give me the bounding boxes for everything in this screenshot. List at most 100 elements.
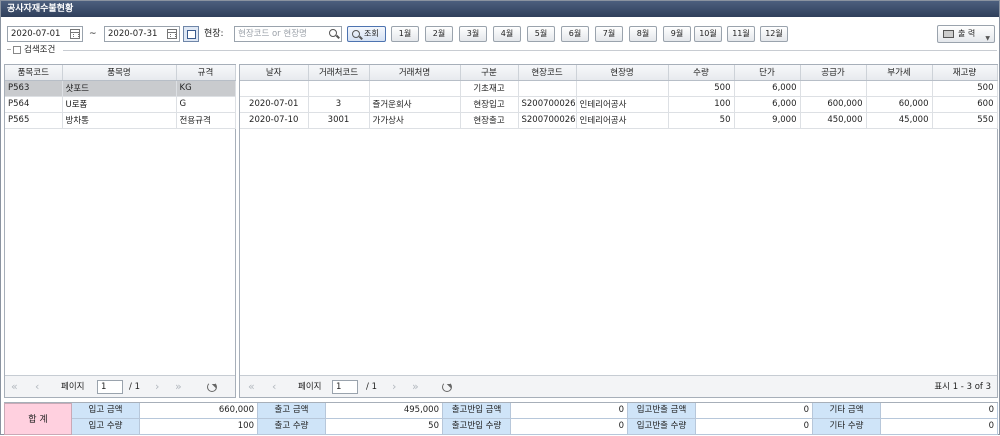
date-to-input[interactable]: 2020-07-31	[104, 26, 180, 42]
cell-site-name	[576, 80, 669, 97]
search-button[interactable]: 조회	[347, 26, 386, 42]
next-page-icon[interactable]: ›	[155, 380, 159, 394]
calendar-icon[interactable]	[167, 29, 177, 39]
date-from-value: 2020-07-01	[11, 29, 61, 39]
summary-title: 합 계	[4, 403, 72, 435]
search-icon[interactable]	[329, 29, 337, 37]
summary-value: 0	[511, 419, 628, 435]
col-header-vat[interactable]: 부가세	[866, 65, 933, 81]
summary-label: 입고반출 금액	[628, 403, 696, 419]
last-page-icon[interactable]: »	[412, 380, 419, 394]
month-button-5[interactable]: 5월	[527, 26, 555, 42]
date-from-input[interactable]: 2020-07-01	[7, 26, 83, 42]
calendar-icon[interactable]	[70, 29, 80, 39]
calendar-icon	[187, 30, 196, 39]
condition-checkbox[interactable]	[13, 45, 21, 54]
month-button-9[interactable]: 9월	[663, 26, 691, 42]
prev-page-icon[interactable]: ‹	[35, 380, 39, 394]
cell-spec: 전용규격	[176, 112, 236, 129]
col-header-vendor-name[interactable]: 거래처명	[369, 65, 461, 81]
summary-label: 출고 수량	[258, 419, 326, 435]
col-header-date[interactable]: 날자	[240, 65, 309, 81]
table-row[interactable]: P564 U로폼 G	[5, 96, 236, 113]
col-header-type[interactable]: 구분	[460, 65, 519, 81]
refresh-icon[interactable]	[442, 382, 452, 392]
col-header-item-name[interactable]: 품목명	[62, 65, 177, 81]
condition-label: 검색조건	[24, 45, 56, 55]
cell-vendor-name	[369, 80, 461, 97]
cell-spec: KG	[176, 80, 236, 97]
cell-unit-price: 6,000	[734, 80, 801, 97]
last-page-icon[interactable]: »	[175, 380, 182, 394]
date-to-value: 2020-07-31	[108, 29, 158, 39]
month-button-12[interactable]: 12월	[760, 26, 788, 42]
site-label: 현장:	[204, 29, 224, 39]
col-header-spec[interactable]: 규격	[176, 65, 236, 81]
cell-vat: 45,000	[866, 112, 933, 129]
summary-label: 기타 금액	[813, 403, 881, 419]
month-button-4[interactable]: 4월	[493, 26, 521, 42]
month-button-1[interactable]: 1월	[391, 26, 419, 42]
col-header-stock[interactable]: 재고량	[932, 65, 998, 81]
summary-label: 입고 수량	[72, 419, 140, 435]
summary-label: 기타 수량	[813, 419, 881, 435]
printer-icon	[943, 30, 954, 38]
cell-date: 2020-07-01	[240, 96, 309, 113]
cell-item-name: 샷포드	[62, 80, 177, 97]
cell-item-code: P565	[5, 112, 63, 129]
cell-vat: 60,000	[866, 96, 933, 113]
cell-unit-price: 9,000	[734, 112, 801, 129]
col-header-supply-price[interactable]: 공급가	[800, 65, 867, 81]
cell-site-name: 인테리어공사	[576, 96, 669, 113]
page-number-input[interactable]: 1	[97, 380, 123, 394]
month-button-6[interactable]: 6월	[561, 26, 589, 42]
summary-label: 입고 금액	[72, 403, 140, 419]
table-row[interactable]: P563 샷포드 KG	[5, 80, 236, 97]
col-header-quantity[interactable]: 수량	[668, 65, 735, 81]
month-button-11[interactable]: 11월	[727, 26, 755, 42]
cell-stock: 550	[932, 112, 998, 129]
cell-quantity: 500	[668, 80, 735, 97]
calendar-button[interactable]	[183, 26, 199, 42]
first-page-icon[interactable]: «	[248, 380, 255, 394]
summary-value: 495,000	[326, 403, 443, 419]
col-header-site-name[interactable]: 현장명	[576, 65, 669, 81]
first-page-icon[interactable]: «	[11, 380, 18, 394]
site-search-input[interactable]: 현장코드 or 현장명	[234, 26, 342, 42]
month-button-7[interactable]: 7월	[595, 26, 623, 42]
summary-value: 0	[511, 403, 628, 419]
transaction-panel: 날자 거래처코드 거래처명 구분 현장코드 현장명 수량 단가 공급가 부가세 …	[239, 64, 998, 398]
search-button-label: 조회	[364, 29, 379, 38]
col-header-vendor-code[interactable]: 거래처코드	[308, 65, 370, 81]
col-header-unit-price[interactable]: 단가	[734, 65, 801, 81]
month-button-3[interactable]: 3월	[459, 26, 487, 42]
cell-date	[240, 80, 309, 97]
table-row[interactable]: 2020-07-01 3 즐거운회사 현장입고 S200700026 인테리어공…	[240, 96, 998, 113]
prev-page-icon[interactable]: ‹	[272, 380, 276, 394]
cell-vendor-name: 즐거운회사	[369, 96, 461, 113]
search-condition-toggle[interactable]: 검색조건	[7, 44, 55, 56]
print-button[interactable]: 출 력 ▼	[937, 25, 995, 43]
cell-type: 현장출고	[460, 112, 519, 129]
table-row[interactable]: 2020-07-10 3001 가가상사 현장출고 S200700026 인테리…	[240, 112, 998, 129]
summary-value: 0	[881, 419, 998, 435]
summary-value: 0	[696, 403, 813, 419]
month-button-8[interactable]: 8월	[629, 26, 657, 42]
next-page-icon[interactable]: ›	[392, 380, 396, 394]
cell-item-code: P563	[5, 80, 63, 97]
item-table-header: 품목코드 품목명 규격	[5, 65, 236, 81]
page-label: 페이지	[61, 382, 85, 392]
cell-stock: 500	[932, 80, 998, 97]
table-row[interactable]: 기초재고 500 6,000 500	[240, 80, 998, 97]
cell-vendor-name: 가가상사	[369, 112, 461, 129]
month-button-10[interactable]: 10월	[694, 26, 722, 42]
col-header-item-code[interactable]: 품목코드	[5, 65, 63, 81]
page-number-input[interactable]: 1	[332, 380, 358, 394]
cell-vendor-code	[308, 80, 370, 97]
cell-quantity: 50	[668, 112, 735, 129]
chevron-down-icon[interactable]: ▼	[985, 31, 990, 47]
month-button-2[interactable]: 2월	[425, 26, 453, 42]
col-header-site-code[interactable]: 현장코드	[518, 65, 577, 81]
table-row[interactable]: P565 방차통 전용규격	[5, 112, 236, 129]
refresh-icon[interactable]	[207, 382, 217, 392]
